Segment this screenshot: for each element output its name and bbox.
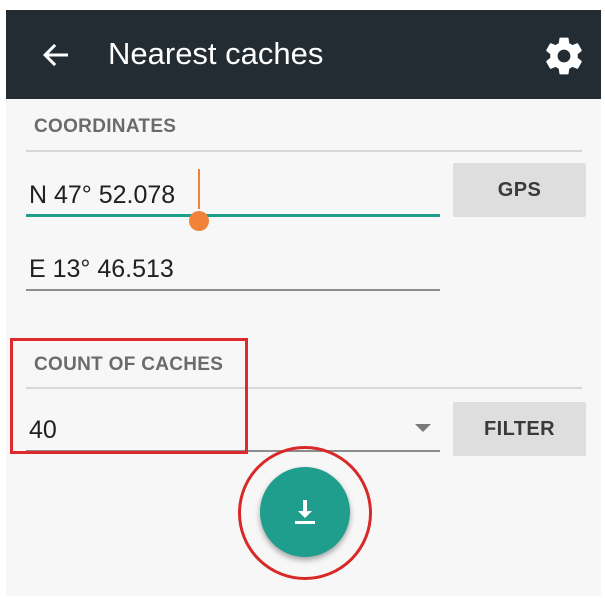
cursor-handle[interactable] (189, 211, 209, 231)
latitude-underline (26, 214, 440, 217)
count-highlight-annotation (10, 338, 248, 454)
gear-icon (546, 37, 582, 75)
filter-button[interactable]: FILTER (453, 402, 586, 456)
download-icon (295, 500, 315, 524)
arrow-left-icon (43, 43, 68, 67)
coordinates-divider (26, 150, 582, 152)
longitude-underline (26, 289, 440, 291)
text-cursor (198, 169, 200, 209)
app-screen: Nearest caches COORDINATES N 47° 52.078 … (6, 10, 601, 596)
longitude-value: E 13° 46.513 (29, 255, 174, 283)
screen-title: Nearest caches (108, 36, 324, 71)
back-button[interactable] (38, 37, 74, 73)
download-button[interactable] (260, 467, 350, 557)
longitude-input[interactable]: E 13° 46.513 (26, 251, 440, 291)
gps-button[interactable]: GPS (453, 163, 586, 217)
latitude-input[interactable]: N 47° 52.078 (26, 169, 440, 217)
settings-button[interactable] (542, 34, 586, 78)
latitude-value: N 47° 52.078 (29, 181, 176, 209)
coordinates-section-label: COORDINATES (34, 116, 177, 137)
chevron-down-icon[interactable] (415, 424, 431, 432)
toolbar: Nearest caches (6, 10, 601, 99)
